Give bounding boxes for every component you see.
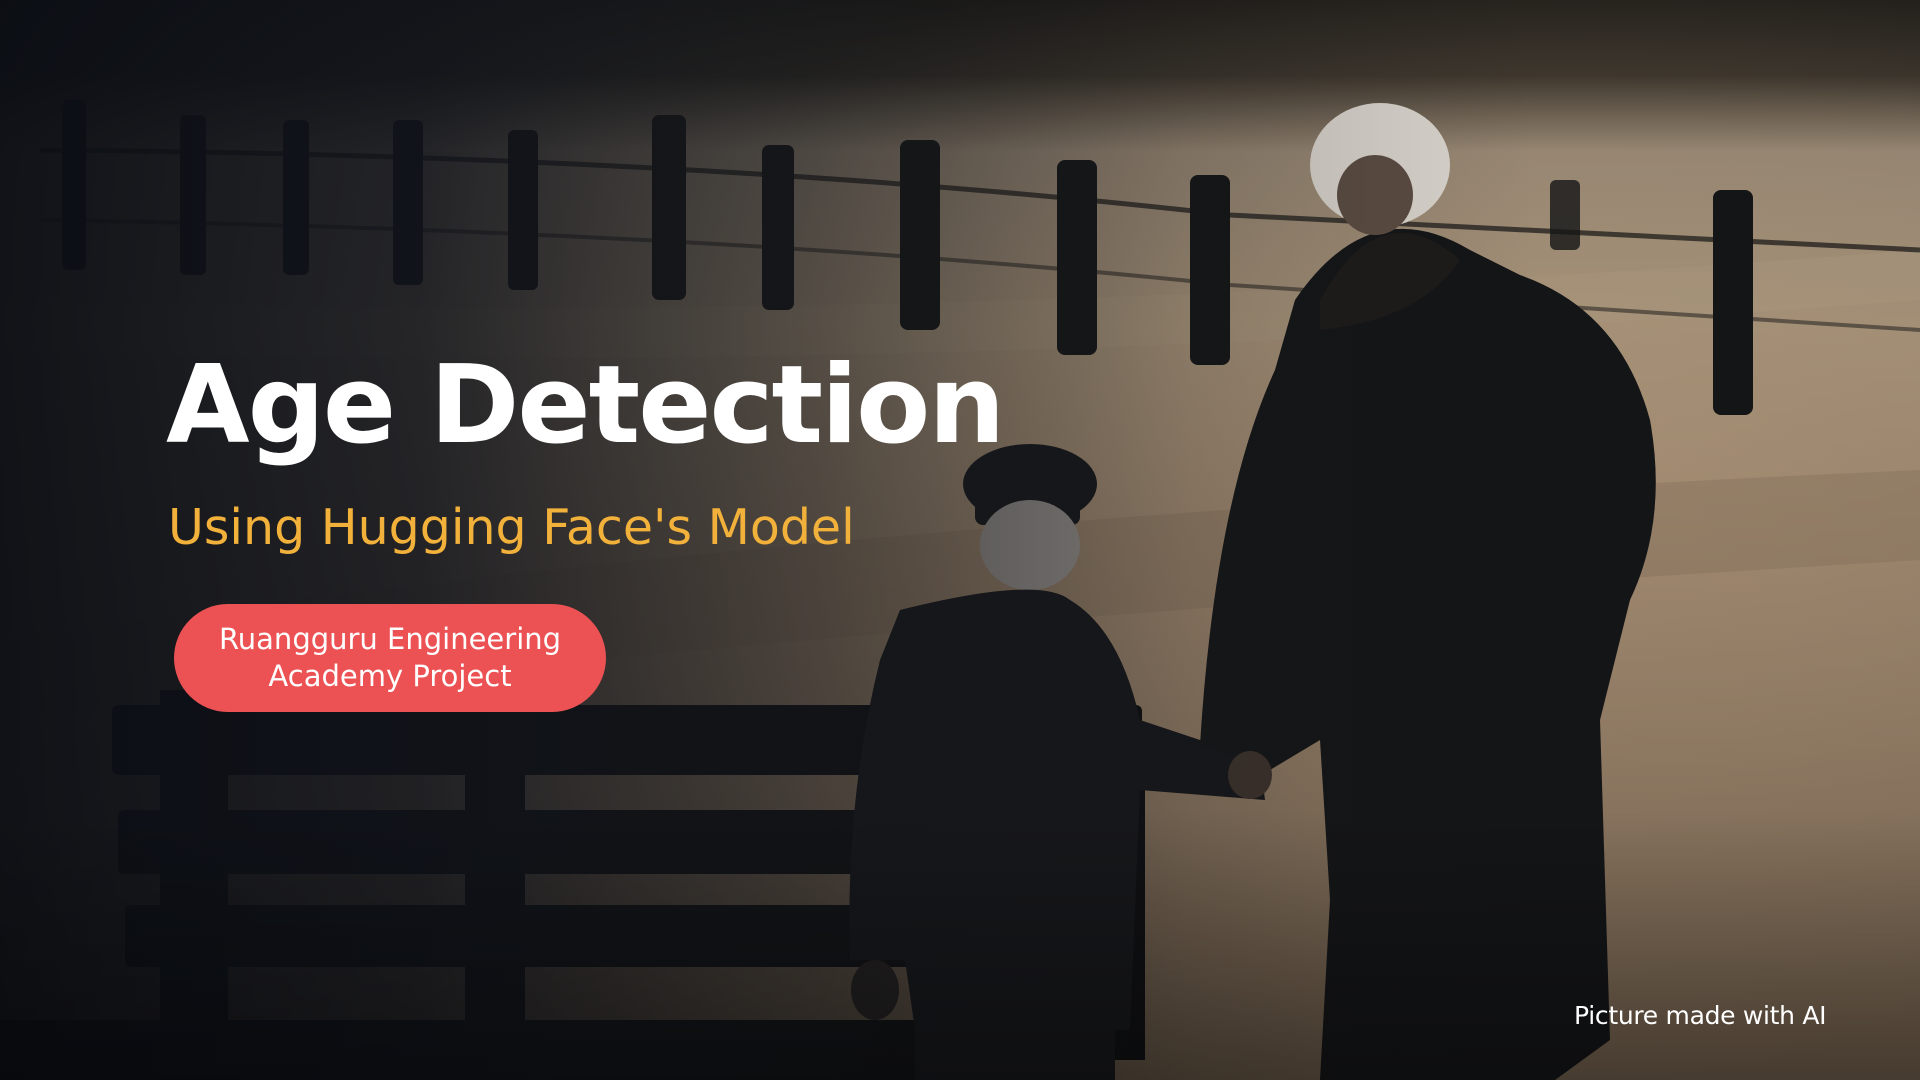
slide-subtitle: Using Hugging Face's Model bbox=[168, 499, 855, 556]
image-credit: Picture made with AI bbox=[1574, 1001, 1827, 1030]
slide-title: Age Detection bbox=[166, 343, 1005, 468]
project-badge-line-2: Academy Project bbox=[268, 659, 512, 693]
title-slide: Age Detection Using Hugging Face's Model… bbox=[0, 0, 1920, 1080]
project-badge: Ruangguru Engineering Academy Project bbox=[174, 604, 606, 712]
project-badge-line-1: Ruangguru Engineering bbox=[218, 622, 562, 656]
